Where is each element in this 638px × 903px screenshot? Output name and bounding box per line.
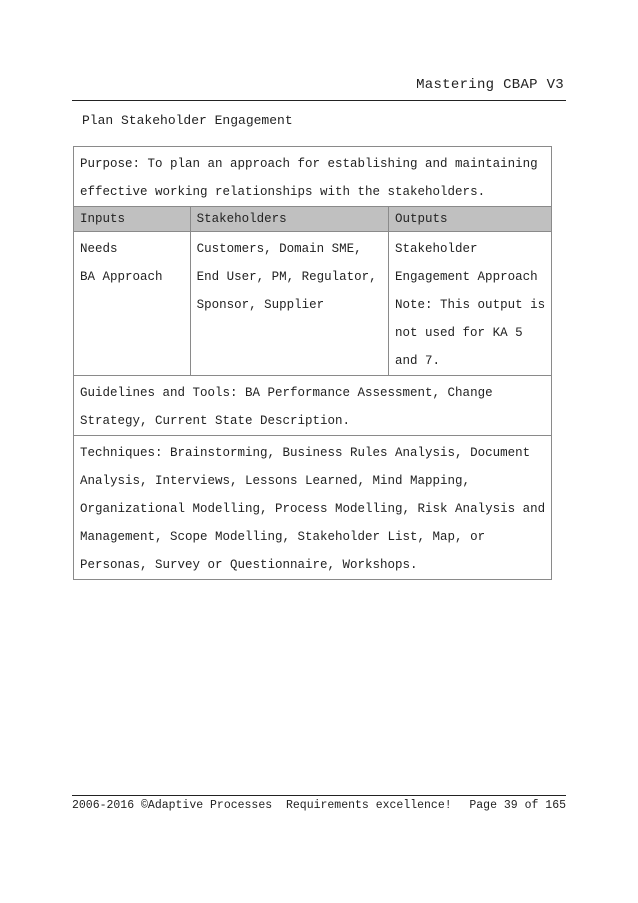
- guidelines-line: Strategy, Current State Description.: [80, 414, 351, 428]
- guidelines-line: Guidelines and Tools: BA Performance Ass…: [80, 386, 493, 400]
- outputs-cell: Stakeholder Engagement Approach Note: Th…: [388, 231, 553, 376]
- techniques-line: Personas, Survey or Questionnaire, Works…: [80, 558, 418, 572]
- table-row: Needs BA Approach Customers, Domain SME,…: [73, 231, 553, 376]
- input-item: Needs: [80, 242, 118, 256]
- stakeholder-line: Customers, Domain SME,: [196, 242, 362, 256]
- stakeholder-line: End User, PM, Regulator,: [196, 270, 377, 284]
- guidelines-row: Guidelines and Tools: BA Performance Ass…: [72, 375, 553, 436]
- techniques-line: Analysis, Interviews, Lessons Learned, M…: [80, 474, 471, 488]
- section-title: Plan Stakeholder Engagement: [82, 113, 293, 128]
- column-header-stakeholders: Stakeholders: [189, 206, 390, 232]
- process-table: Purpose: To plan an approach for establi…: [72, 146, 553, 580]
- purpose-row: Purpose: To plan an approach for establi…: [72, 146, 553, 207]
- purpose-cell: Purpose: To plan an approach for establi…: [72, 146, 553, 207]
- output-line: Stakeholder: [395, 242, 478, 256]
- stakeholder-line: Sponsor, Supplier: [196, 298, 325, 312]
- techniques-line: Management, Scope Modelling, Stakeholder…: [80, 530, 486, 544]
- techniques-line: Techniques: Brainstorming, Business Rule…: [80, 446, 531, 460]
- techniques-line: Organizational Modelling, Process Modell…: [80, 502, 546, 516]
- page-footer: 2006-2016 ©Adaptive Processes Requiremen…: [72, 795, 566, 817]
- column-header-inputs: Inputs: [73, 206, 191, 232]
- techniques-row: Techniques: Brainstorming, Business Rule…: [72, 435, 553, 580]
- output-line: not used for KA 5: [395, 326, 523, 340]
- stakeholders-cell: Customers, Domain SME, End User, PM, Reg…: [189, 231, 390, 376]
- input-item: BA Approach: [80, 270, 163, 284]
- page-header: Mastering CBAP V3: [72, 74, 566, 101]
- output-line: Note: This output is: [395, 298, 546, 312]
- output-line: Engagement Approach: [395, 270, 538, 284]
- page-number: Page 39 of 165: [469, 799, 566, 812]
- column-header-row: Inputs Stakeholders Outputs: [73, 206, 553, 232]
- inputs-cell: Needs BA Approach: [73, 231, 191, 376]
- purpose-line: effective working relationships with the…: [80, 185, 486, 199]
- purpose-line: Purpose: To plan an approach for establi…: [80, 157, 538, 171]
- document-title: Mastering CBAP V3: [416, 77, 564, 93]
- output-line: and 7.: [395, 354, 441, 368]
- guidelines-cell: Guidelines and Tools: BA Performance Ass…: [72, 375, 553, 436]
- techniques-cell: Techniques: Brainstorming, Business Rule…: [72, 435, 553, 580]
- column-header-outputs: Outputs: [388, 206, 553, 232]
- footer-copyright: 2006-2016 ©Adaptive Processes: [72, 799, 273, 812]
- footer-tagline: Requirements excellence!: [286, 799, 452, 812]
